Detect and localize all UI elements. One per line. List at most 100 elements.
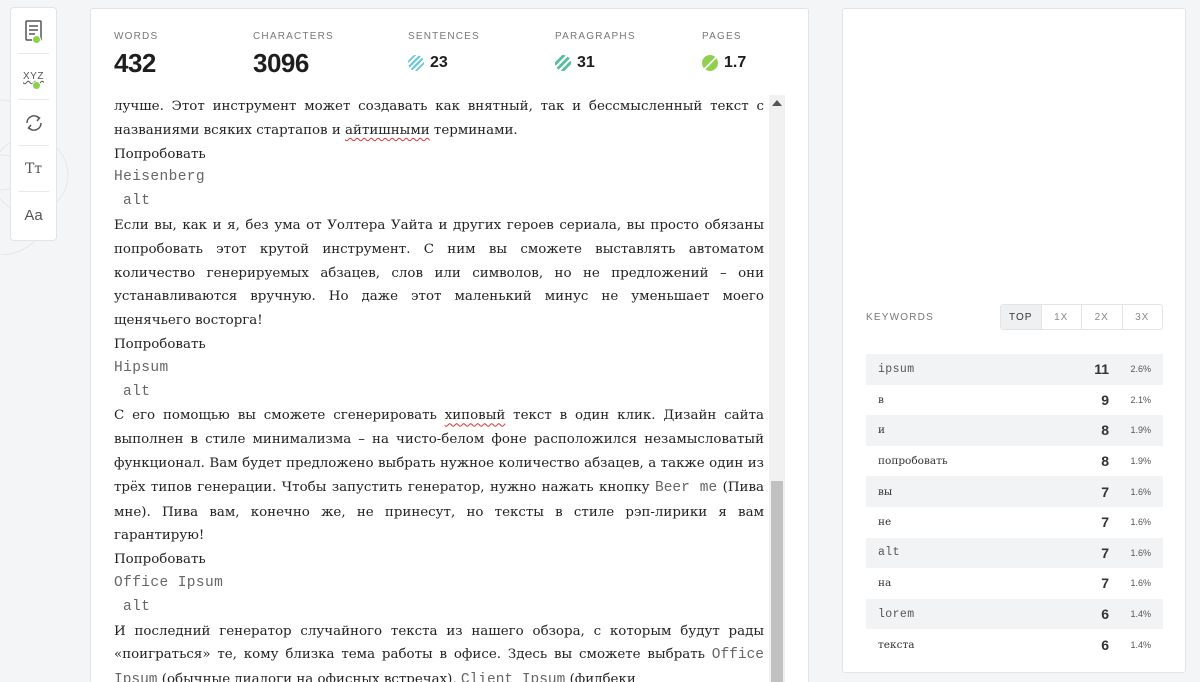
keyword-row: в 9 2.1% xyxy=(866,385,1163,416)
generator-name: Hipsum xyxy=(114,359,169,376)
check-badge-icon xyxy=(32,35,41,44)
keyword-count: 9 xyxy=(1101,391,1109,408)
keyword-count: 7 xyxy=(1101,575,1109,592)
stat-label: SENTENCES xyxy=(408,31,480,42)
keyword-percent: 2.1% xyxy=(1130,394,1151,405)
keyword-filter-tabs: TOP 1X 2X 3X xyxy=(1000,304,1163,330)
stat-value: 1.7 xyxy=(724,54,747,71)
keyword-count: 7 xyxy=(1101,483,1109,500)
try-link[interactable]: Попробовать xyxy=(114,548,764,572)
regenerate-button[interactable] xyxy=(18,100,49,146)
save-document-button[interactable] xyxy=(18,8,49,54)
paragraph: лучше. Этот инструмент может создавать к… xyxy=(114,95,764,143)
stats-bar: WORDS 432 CHARACTERS 3096 SENTENCES 23 P… xyxy=(114,31,794,81)
keyword-row: на 7 1.6% xyxy=(866,568,1163,599)
editor-scrollbar[interactable] xyxy=(769,95,785,682)
scroll-up-arrow-icon[interactable] xyxy=(772,100,782,106)
keyword-row: lorem 6 1.4% xyxy=(866,598,1163,630)
keyword-percent: 1.9% xyxy=(1130,456,1151,467)
tool-sidebar: XYZ Tт Aa xyxy=(10,7,57,241)
keyword-row: вы 7 1.6% xyxy=(866,476,1163,507)
keyword-row: alt 7 1.6% xyxy=(866,537,1163,569)
keyword-word: в xyxy=(878,393,884,406)
keyword-percent: 1.6% xyxy=(1130,578,1151,589)
inline-code: Beer me xyxy=(655,479,718,496)
text-size-button[interactable]: Tт xyxy=(18,146,49,192)
tab-2x[interactable]: 2X xyxy=(1082,305,1123,329)
tab-3x[interactable]: 3X xyxy=(1123,305,1163,329)
keywords-title: KEYWORDS xyxy=(866,312,934,323)
keyword-word: ipsum xyxy=(878,362,915,376)
font-button[interactable]: Aa xyxy=(18,192,49,238)
keyword-count: 7 xyxy=(1101,514,1109,531)
inline-code: Client Ipsum xyxy=(460,672,566,682)
sentences-badge-icon xyxy=(408,55,424,71)
keyword-count: 11 xyxy=(1094,361,1109,378)
paragraph: С его помощью вы сможете сгенерировать х… xyxy=(114,404,764,548)
paragraph: И последний генератор случайного текста … xyxy=(114,620,764,682)
keyword-word: не xyxy=(878,516,892,529)
keyword-percent: 2.6% xyxy=(1130,364,1151,375)
generator-name: Heisenberg xyxy=(114,169,206,186)
stat-value: 432 xyxy=(114,48,156,78)
keyword-word: попробовать xyxy=(878,455,948,468)
tab-top[interactable]: TOP xyxy=(1001,305,1042,329)
text-size-icon: Tт xyxy=(24,160,43,177)
try-link[interactable]: Попробовать xyxy=(114,143,764,167)
stat-value: 3096 xyxy=(253,48,309,78)
font-icon: Aa xyxy=(24,206,43,224)
stat-sentences: SENTENCES 23 xyxy=(408,31,480,72)
misspelled-word[interactable]: айтишными xyxy=(345,123,430,138)
alt-text: alt xyxy=(123,598,151,615)
scroll-thumb[interactable] xyxy=(771,481,783,682)
keyword-count: 8 xyxy=(1101,453,1109,470)
alt-text: alt xyxy=(123,193,151,210)
keyword-row: не 7 1.6% xyxy=(866,507,1163,538)
misspelled-word[interactable]: хиповый xyxy=(445,408,506,423)
stat-label: CHARACTERS xyxy=(253,31,334,42)
try-link[interactable]: Попробовать xyxy=(114,333,764,357)
text-editor[interactable]: лучше. Этот инструмент может создавать к… xyxy=(114,95,764,682)
keyword-word: текста xyxy=(878,638,915,651)
spellcheck-button[interactable]: XYZ xyxy=(18,54,49,100)
keywords-list: ipsum 11 2.6% в 9 2.1% и 8 1.9% попробов… xyxy=(866,354,1163,660)
stat-label: WORDS xyxy=(114,31,159,42)
keyword-count: 6 xyxy=(1101,636,1109,653)
spellcheck-icon: XYZ xyxy=(23,71,44,82)
editor-panel: WORDS 432 CHARACTERS 3096 SENTENCES 23 P… xyxy=(90,8,809,682)
pages-badge-icon xyxy=(702,55,718,71)
paragraph: Если вы, как и я, без ума от Уолтера Уай… xyxy=(114,217,764,329)
stat-characters: CHARACTERS 3096 xyxy=(253,31,334,79)
keyword-percent: 1.4% xyxy=(1130,639,1151,650)
stat-value: 23 xyxy=(430,54,448,71)
keyword-count: 7 xyxy=(1101,544,1109,561)
check-badge-icon xyxy=(32,81,41,90)
keyword-row: и 8 1.9% xyxy=(866,415,1163,446)
keyword-percent: 1.6% xyxy=(1130,547,1151,558)
keyword-percent: 1.6% xyxy=(1130,486,1151,497)
stat-label: PARAGRAPHS xyxy=(555,31,636,42)
stat-value: 31 xyxy=(577,54,595,71)
paragraphs-badge-icon xyxy=(555,55,571,71)
keyword-word: вы xyxy=(878,485,893,498)
text-span: (фидбеки xyxy=(565,672,636,682)
tab-1x[interactable]: 1X xyxy=(1042,305,1082,329)
keyword-count: 6 xyxy=(1101,606,1109,623)
keyword-row: попробовать 8 1.9% xyxy=(866,446,1163,477)
keyword-word: alt xyxy=(878,546,900,560)
keyword-count: 8 xyxy=(1101,422,1109,439)
stat-paragraphs: PARAGRAPHS 31 xyxy=(555,31,636,72)
keyword-row: текста 6 1.4% xyxy=(866,629,1163,660)
generator-name: Office Ipsum xyxy=(114,574,224,591)
text-span: терминами. xyxy=(429,122,518,138)
keyword-percent: 1.6% xyxy=(1130,517,1151,528)
stat-words: WORDS 432 xyxy=(114,31,158,79)
text-span: И последний генератор случайного текста … xyxy=(114,623,764,663)
stat-pages: PAGES 1.7 xyxy=(702,31,746,72)
keyword-word: на xyxy=(878,577,892,590)
text-span: С его помощью вы сможете сгенерировать xyxy=(114,408,445,424)
keyword-row: ipsum 11 2.6% xyxy=(866,354,1163,385)
keyword-percent: 1.9% xyxy=(1130,425,1151,436)
stat-label: PAGES xyxy=(702,31,742,42)
keyword-word: и xyxy=(878,424,885,437)
